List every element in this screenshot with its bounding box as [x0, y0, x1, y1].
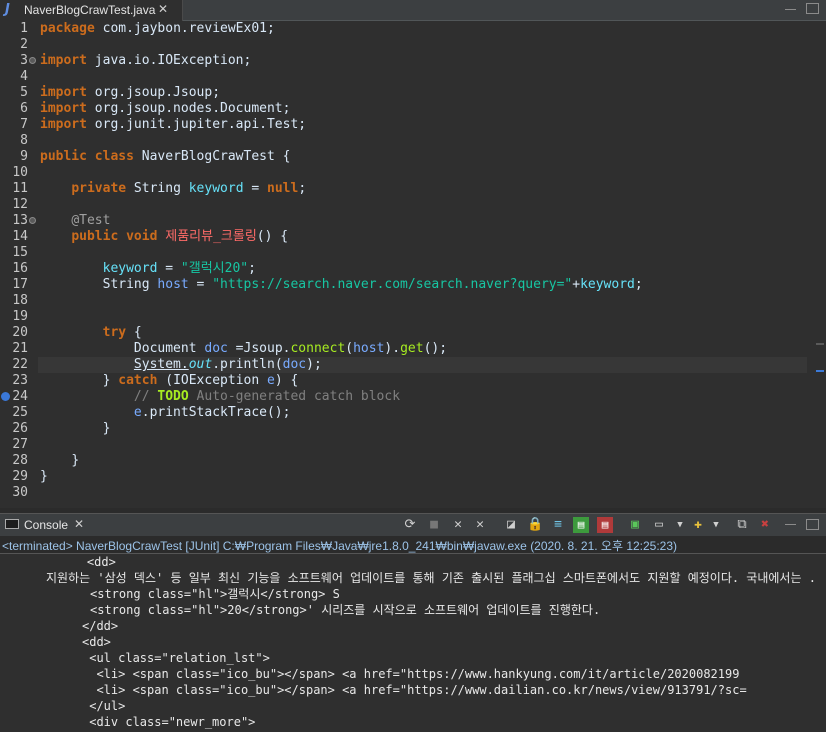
line-number: 7 [20, 117, 28, 132]
console-line: <strong class="hl">갤럭시</strong> S [90, 587, 340, 601]
remove-all-terminated-icon[interactable]: ✕ [472, 517, 488, 533]
code-line: // TODO Auto-generated catch block [133, 389, 401, 404]
code-line: package com.jaybon.reviewEx01; [40, 21, 275, 36]
fold-collapse-icon[interactable] [29, 57, 36, 64]
console-output[interactable]: <dd> 지원하는 '삼성 덱스' 등 일부 최신 기능을 소프트웨어 업데이트… [0, 554, 826, 732]
minimize-icon[interactable] [785, 9, 796, 11]
code-editor[interactable]: 1 2 3 4 5 6 7 8 9 10 11 12 13 14 15 16 1… [0, 21, 826, 508]
remove-launch-icon[interactable]: ✕ [450, 517, 466, 533]
console-line: <div class="newr_more"> [82, 715, 256, 729]
line-number: 11 [12, 181, 28, 196]
line-number: 13 [12, 213, 28, 228]
fold-collapse-icon[interactable] [29, 217, 36, 224]
close-icon[interactable]: ✕ [74, 517, 84, 531]
console-line: <dd> [58, 555, 116, 569]
clear-console-icon[interactable]: ◪ [503, 517, 519, 533]
code-line: System.out.println(doc); [133, 357, 322, 372]
code-line: } [102, 421, 111, 436]
line-number: 10 [12, 165, 28, 180]
console-line: 지원하는 '삼성 덱스' 등 일부 최신 기능을 소프트웨어 업데이트를 통해 … [46, 571, 816, 585]
editor-tab[interactable]: J NaverBlogCrawTest.java ✕ [0, 0, 183, 21]
code-line: Document doc =Jsoup.connect(host).get(); [133, 341, 448, 356]
terminate-icon[interactable]: ■ [426, 517, 442, 533]
line-number: 6 [20, 101, 28, 116]
line-number: 27 [12, 437, 28, 452]
chevron-down-icon[interactable]: ▼ [708, 517, 724, 533]
console-line: <strong class="hl">20</strong>' 시리즈를 시작으… [90, 603, 601, 617]
copy-icon[interactable]: ⧉ [734, 517, 750, 533]
maximize-icon[interactable] [806, 519, 819, 530]
console-line: </ul> [82, 699, 126, 713]
console-tab-bar: Console ✕ ⟳ ■ ✕ ✕ ◪ 🔒 ≡ ▤ ▤ ▣ ▭ ▼ ✚ ▼ ⧉ … [0, 513, 826, 536]
line-number: 4 [20, 69, 28, 84]
code-line: try { [102, 325, 142, 340]
pin-console-icon[interactable]: ▣ [627, 517, 643, 533]
word-wrap-icon[interactable]: ≡ [550, 517, 566, 533]
code-line: import org.jsoup.nodes.Document; [40, 101, 291, 116]
chevron-down-icon[interactable]: ▼ [672, 517, 688, 533]
line-number: 8 [20, 133, 28, 148]
line-number: 22 [12, 357, 28, 372]
rerun-icon[interactable]: ⟳ [402, 517, 418, 533]
overview-ruler[interactable] [812, 21, 826, 508]
line-number: 20 [12, 325, 28, 340]
console-line: <ul class="relation_lst"> [82, 651, 270, 665]
code-line: import java.io.IOException; [40, 53, 252, 68]
display-console-icon[interactable]: ▭ [651, 517, 667, 533]
line-number: 28 [12, 453, 28, 468]
code-line: e.printStackTrace(); [133, 405, 291, 420]
line-number: 23 [12, 373, 28, 388]
line-number-gutter: 1 2 3 4 5 6 7 8 9 10 11 12 13 14 15 16 1… [0, 21, 38, 508]
line-number: 2 [20, 37, 28, 52]
code-line: private String keyword = null; [71, 181, 307, 196]
scroll-lock-icon[interactable]: 🔒 [527, 517, 543, 533]
code-line: import org.jsoup.Jsoup; [40, 85, 221, 100]
console-line: <li> <span class="ico_bu"></span> <a hre… [82, 683, 747, 697]
line-number: 3 [20, 53, 28, 68]
code-line: @Test [71, 213, 111, 228]
line-number: 1 [20, 21, 28, 36]
process-status: <terminated> NaverBlogCrawTest [JUnit] C… [2, 539, 678, 553]
console-icon [5, 519, 19, 529]
line-number: 21 [12, 341, 28, 356]
close-icon[interactable]: ✕ [158, 2, 168, 16]
line-number: 12 [12, 197, 28, 212]
line-number: 16 [12, 261, 28, 276]
task-marker-icon[interactable] [1, 392, 10, 401]
line-number: 26 [12, 421, 28, 436]
console-status-bar: <terminated> NaverBlogCrawTest [JUnit] C… [0, 536, 826, 554]
line-number: 19 [12, 309, 28, 324]
code-line: public class NaverBlogCrawTest { [40, 149, 291, 164]
editor-tab-title: NaverBlogCrawTest.java [24, 3, 156, 17]
line-number: 30 [12, 485, 28, 500]
line-number: 15 [12, 245, 28, 260]
minimize-icon[interactable] [785, 524, 796, 526]
maximize-icon[interactable] [806, 3, 819, 14]
java-file-icon: J [5, 2, 10, 17]
console-tab-label[interactable]: Console [24, 518, 68, 532]
code-line: import org.junit.jupiter.api.Test; [40, 117, 307, 132]
line-number: 29 [12, 469, 28, 484]
line-number: 5 [20, 85, 28, 100]
console-line: </dd> [82, 619, 119, 633]
remove-console-icon[interactable]: ✖ [757, 517, 773, 533]
line-number: 14 [12, 229, 28, 244]
line-number: 25 [12, 405, 28, 420]
editor-tab-bar: J NaverBlogCrawTest.java ✕ [0, 0, 826, 21]
code-line: String host = "https://search.naver.com/… [102, 277, 643, 292]
line-number: 18 [12, 293, 28, 308]
show-on-stderr-icon[interactable]: ▤ [597, 517, 613, 533]
code-line: public void 제품리뷰_크롤링() { [71, 229, 289, 244]
show-on-stdout-icon[interactable]: ▤ [573, 517, 589, 533]
line-number: 17 [12, 277, 28, 292]
code-line: } [71, 453, 80, 468]
line-number: 9 [20, 149, 28, 164]
code-line: } [40, 469, 48, 484]
console-line: <dd> [82, 635, 111, 649]
new-console-icon[interactable]: ✚ [690, 517, 706, 533]
console-line: <li> <span class="ico_bu"></span> <a hre… [82, 667, 740, 681]
code-line: } catch (IOException e) { [102, 373, 299, 388]
code-line: keyword = "갤럭시20"; [102, 261, 256, 276]
